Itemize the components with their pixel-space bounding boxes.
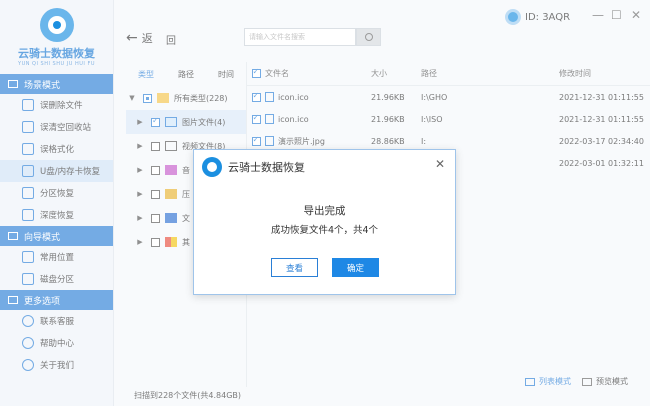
confirm-button[interactable]: 确定 bbox=[332, 258, 379, 277]
dialog-title-text: 云骑士数据恢复 bbox=[228, 161, 305, 174]
app-logo-icon bbox=[202, 157, 222, 177]
dialog-detail: 成功恢复文件4个，共4个 bbox=[270, 225, 379, 236]
export-complete-dialog: 云骑士数据恢复 ✕ 导出完成 成功恢复文件4个，共4个 查看 确定 bbox=[193, 149, 456, 295]
dialog-message: 导出完成 bbox=[303, 205, 346, 217]
dialog-title: 云骑士数据恢复 bbox=[202, 157, 305, 177]
close-icon[interactable]: ✕ bbox=[435, 157, 445, 171]
view-button[interactable]: 查看 bbox=[271, 258, 318, 277]
